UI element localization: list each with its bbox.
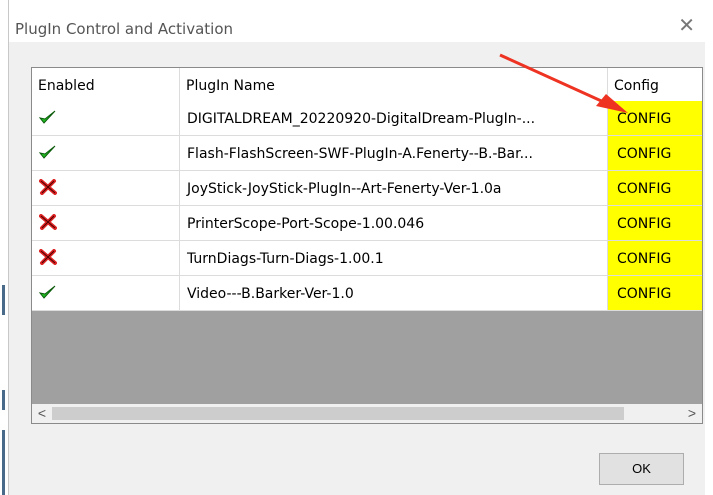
scroll-right-icon[interactable]: >: [682, 404, 702, 423]
check-icon: [39, 285, 56, 299]
cross-icon: [39, 249, 57, 265]
column-header-config[interactable]: Config: [608, 68, 702, 101]
title-bar: PlugIn Control and Activation ✕: [9, 0, 705, 42]
plugin-row[interactable]: DIGITALDREAM_20220920-DigitalDream-PlugI…: [32, 101, 702, 136]
plugin-row[interactable]: PrinterScope-Port-Scope-1.00.046 CONFIG: [32, 206, 702, 241]
scroll-thumb[interactable]: [52, 407, 624, 420]
plugin-name: Flash-FlashScreen-SWF-PlugIn-A.Fenerty--…: [180, 136, 608, 170]
config-button[interactable]: CONFIG: [608, 101, 702, 135]
list-header: Enabled PlugIn Name Config: [32, 68, 702, 102]
plugin-name: JoyStick-JoyStick-PlugIn--Art-Fenerty-Ve…: [180, 171, 608, 205]
check-icon: [39, 145, 56, 159]
column-header-enabled[interactable]: Enabled: [32, 68, 180, 101]
plugin-row[interactable]: JoyStick-JoyStick-PlugIn--Art-Fenerty-Ve…: [32, 171, 702, 206]
background-mark: [2, 285, 5, 315]
ok-button[interactable]: OK: [599, 453, 684, 485]
enabled-cell[interactable]: [32, 136, 180, 170]
close-icon[interactable]: ✕: [678, 16, 695, 36]
column-header-name[interactable]: PlugIn Name: [180, 68, 608, 101]
scroll-left-icon[interactable]: <: [32, 404, 52, 423]
config-button[interactable]: CONFIG: [608, 241, 702, 275]
background-mark: [2, 430, 5, 495]
enabled-cell[interactable]: [32, 206, 180, 240]
config-button[interactable]: CONFIG: [608, 171, 702, 205]
check-icon: [39, 110, 56, 124]
plugin-name: Video---B.Barker-Ver-1.0: [180, 276, 608, 310]
plugin-name: PrinterScope-Port-Scope-1.00.046: [180, 206, 608, 240]
plugin-row[interactable]: Flash-FlashScreen-SWF-PlugIn-A.Fenerty--…: [32, 136, 702, 171]
cross-icon: [39, 179, 57, 195]
cross-icon: [39, 214, 57, 230]
plugin-row[interactable]: Video---B.Barker-Ver-1.0 CONFIG: [32, 276, 702, 311]
enabled-cell[interactable]: [32, 101, 180, 135]
dialog-title: PlugIn Control and Activation: [15, 20, 234, 38]
plugin-list[interactable]: Enabled PlugIn Name Config DIGITALDREAM_…: [31, 67, 703, 424]
plugin-row[interactable]: TurnDiags-Turn-Diags-1.00.1 CONFIG: [32, 241, 702, 276]
background-right-edge: [705, 0, 713, 495]
background-mark: [2, 390, 5, 410]
plugin-name: TurnDiags-Turn-Diags-1.00.1: [180, 241, 608, 275]
plugin-dialog: PlugIn Control and Activation ✕ Enabled …: [8, 0, 706, 495]
horizontal-scrollbar[interactable]: < >: [32, 404, 702, 423]
enabled-cell[interactable]: [32, 171, 180, 205]
config-button[interactable]: CONFIG: [608, 136, 702, 170]
enabled-cell[interactable]: [32, 276, 180, 310]
plugin-name: DIGITALDREAM_20220920-DigitalDream-PlugI…: [180, 101, 608, 135]
config-button[interactable]: CONFIG: [608, 206, 702, 240]
enabled-cell[interactable]: [32, 241, 180, 275]
config-button[interactable]: CONFIG: [608, 276, 702, 310]
